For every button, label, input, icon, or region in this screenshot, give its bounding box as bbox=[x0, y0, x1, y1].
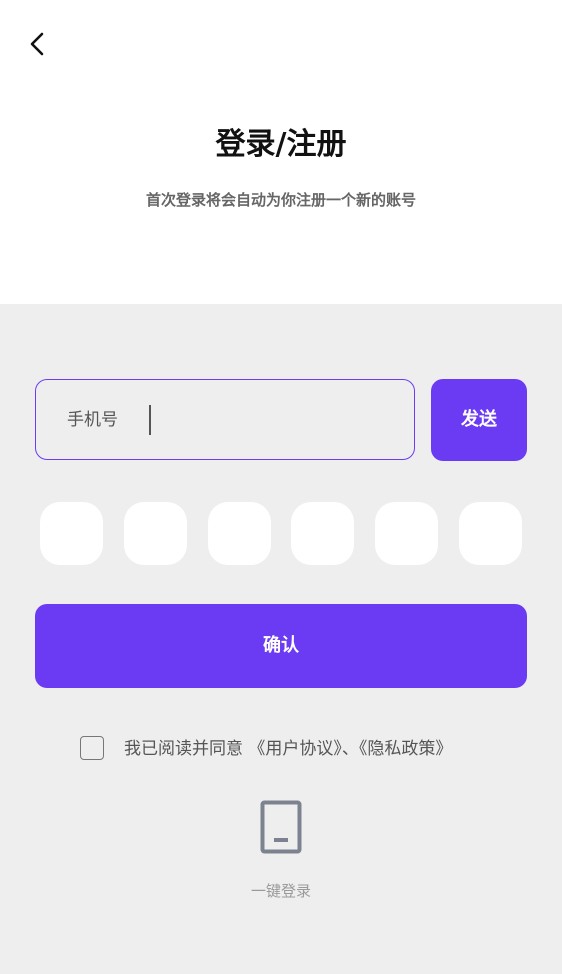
chevron-left-icon bbox=[30, 32, 44, 56]
code-box-2[interactable] bbox=[124, 502, 187, 565]
agreement-prefix: 我已阅读并同意 bbox=[124, 739, 243, 759]
page-title: 登录/注册 bbox=[215, 127, 347, 162]
header-section: 登录/注册 首次登录将会自动为你注册一个新的账号 bbox=[0, 0, 562, 304]
code-box-6[interactable] bbox=[459, 502, 522, 565]
agreement-checkbox[interactable] bbox=[80, 736, 104, 760]
phone-input[interactable]: 手机号 bbox=[35, 379, 415, 460]
confirm-button[interactable]: 确认 bbox=[35, 604, 527, 688]
one-click-login-label: 一键登录 bbox=[250, 882, 311, 900]
user-agreement-link[interactable]: 《用户协议》 bbox=[248, 739, 342, 759]
text-caret bbox=[149, 405, 151, 435]
agreement-separator: 、 bbox=[341, 739, 359, 759]
one-click-login-button[interactable]: 一键登录 bbox=[241, 800, 321, 912]
code-box-4[interactable] bbox=[291, 502, 354, 565]
code-box-3[interactable] bbox=[208, 502, 271, 565]
send-code-button[interactable]: 发送 bbox=[431, 379, 527, 461]
page-subtitle: 首次登录将会自动为你注册一个新的账号 bbox=[145, 191, 416, 209]
code-box-1[interactable] bbox=[40, 502, 103, 565]
agreement-text: 我已阅读并同意 《用户协议》、《隐私政策》 bbox=[124, 736, 452, 762]
code-box-5[interactable] bbox=[375, 502, 438, 565]
phone-input-label: 手机号 bbox=[67, 410, 118, 430]
back-button[interactable] bbox=[18, 24, 58, 64]
privacy-policy-link[interactable]: 《隐私政策》 bbox=[359, 739, 453, 759]
phone-icon bbox=[260, 800, 302, 854]
login-form-section: 手机号 发送 确认 我已阅读并同意 《用户协议》、《隐私政策》 一键登录 bbox=[0, 304, 562, 974]
verification-code-row bbox=[40, 502, 522, 566]
